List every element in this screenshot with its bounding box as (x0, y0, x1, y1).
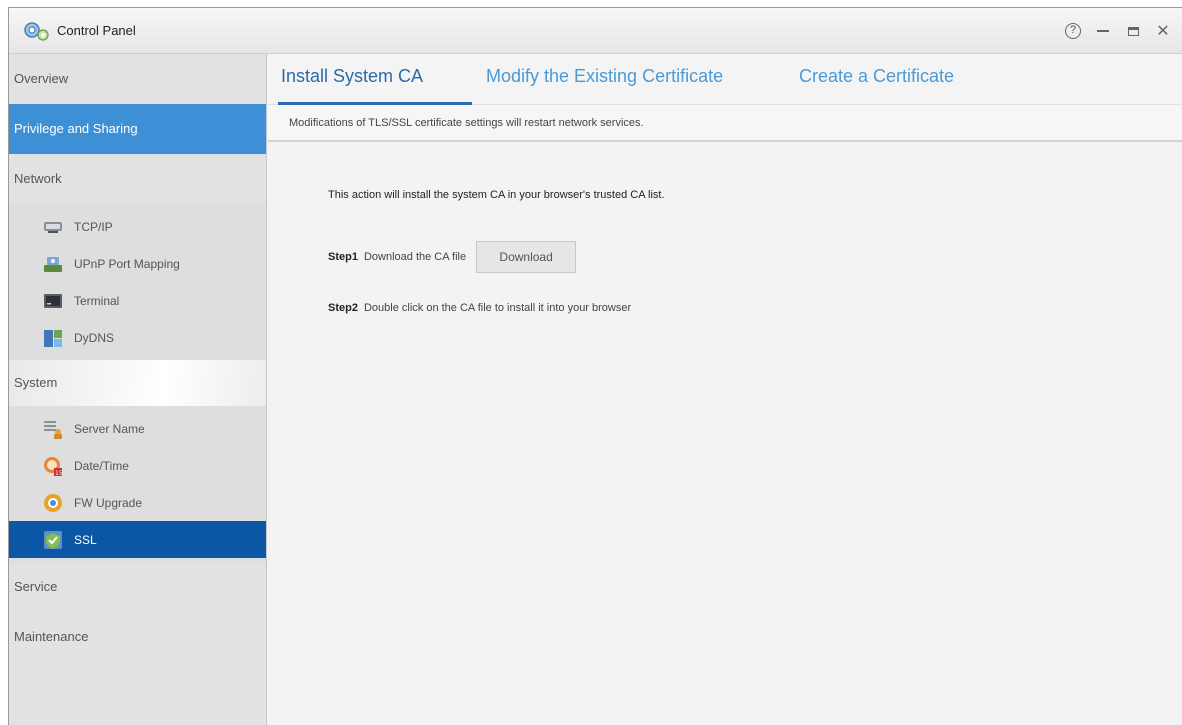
date-time-icon: 15 (44, 456, 63, 477)
title-bar: Control Panel ? ✕ (9, 8, 1182, 54)
download-button[interactable]: Download (476, 241, 577, 273)
tab-install-system-ca[interactable]: Install System CA (281, 66, 423, 101)
minimize-icon (1097, 30, 1109, 32)
restart-notice: Modifications of TLS/SSL certificate set… (268, 104, 1182, 142)
sidebar-item-label: FW Upgrade (74, 495, 143, 510)
network-card-icon (44, 221, 62, 233)
sidebar-item-tcp-ip[interactable]: TCP/IP (9, 208, 266, 245)
install-ca-panel: This action will install the system CA i… (268, 142, 1182, 725)
terminal-icon (44, 293, 62, 308)
sidebar-category-network[interactable]: Network (9, 154, 266, 204)
step1-row: Step1 Download the CA file Download (328, 241, 577, 273)
sidebar-item-label: SSL (74, 532, 97, 547)
sidebar-item-server-name[interactable]: Server Name (9, 410, 266, 447)
window-title: Control Panel (57, 23, 136, 38)
step2-text: Double click on the CA file to install i… (363, 302, 632, 314)
sidebar-category-privilege-and-sharing[interactable]: Privilege and Sharing (9, 104, 266, 154)
step2-row: Step2 Double click on the CA file to ins… (328, 302, 631, 314)
sidebar-category-overview[interactable]: Overview (9, 54, 266, 104)
network-subgroup: TCP/IP UPnP Port Mapping Terminal DyDNS (9, 204, 266, 360)
sidebar: Overview Privilege and Sharing Network T… (9, 54, 267, 725)
help-button[interactable]: ? (1058, 18, 1088, 44)
sidebar-category-maintenance[interactable]: Maintenance (9, 612, 266, 662)
sidebar-item-dydns[interactable]: DyDNS (9, 319, 266, 356)
sidebar-item-label: Server Name (74, 421, 145, 436)
sidebar-item-date-time[interactable]: 15 Date/Time (9, 447, 266, 484)
ssl-shield-icon (44, 530, 62, 549)
step1-label: Step1 (328, 251, 358, 263)
tab-bar: Install System CA Modify the Existing Ce… (268, 54, 1182, 105)
sidebar-item-terminal[interactable]: Terminal (9, 282, 266, 319)
control-panel-window: Control Panel ? ✕ Overview Privilege and… (8, 7, 1182, 725)
system-subgroup: Server Name 15 Date/Time FW Upgrade SSL (9, 406, 266, 562)
sidebar-item-upnp-port-mapping[interactable]: UPnP Port Mapping (9, 245, 266, 282)
svg-text:15: 15 (55, 470, 63, 477)
sidebar-category-system[interactable]: System (9, 360, 266, 406)
sidebar-item-label: TCP/IP (74, 219, 113, 234)
help-icon: ? (1065, 23, 1081, 39)
close-button[interactable]: ✕ (1148, 18, 1178, 44)
server-name-icon (44, 420, 62, 439)
tab-modify-existing-certificate[interactable]: Modify the Existing Certificate (486, 66, 723, 101)
window-controls: ? ✕ (1058, 18, 1178, 44)
fw-upgrade-icon (44, 493, 62, 512)
install-ca-description: This action will install the system CA i… (328, 189, 665, 201)
sidebar-item-label: UPnP Port Mapping (74, 256, 180, 271)
step1-text: Download the CA file (363, 251, 467, 263)
sidebar-category-service[interactable]: Service (9, 562, 266, 612)
sidebar-item-label: Terminal (74, 293, 120, 308)
sidebar-item-fw-upgrade[interactable]: FW Upgrade (9, 484, 266, 521)
sidebar-item-label: DyDNS (74, 330, 115, 345)
sidebar-item-label: Date/Time (74, 458, 129, 473)
dydns-icon (44, 329, 62, 347)
maximize-button[interactable] (1118, 18, 1148, 44)
close-icon: ✕ (1156, 23, 1170, 40)
control-panel-logo-icon (24, 22, 49, 41)
upnp-icon (44, 256, 62, 272)
main-content: Install System CA Modify the Existing Ce… (268, 54, 1182, 725)
maximize-icon (1127, 26, 1139, 36)
minimize-button[interactable] (1088, 18, 1118, 44)
step2-label: Step2 (328, 302, 358, 314)
sidebar-item-ssl[interactable]: SSL (9, 521, 266, 558)
active-tab-indicator (278, 102, 472, 105)
tab-create-certificate[interactable]: Create a Certificate (799, 66, 954, 101)
